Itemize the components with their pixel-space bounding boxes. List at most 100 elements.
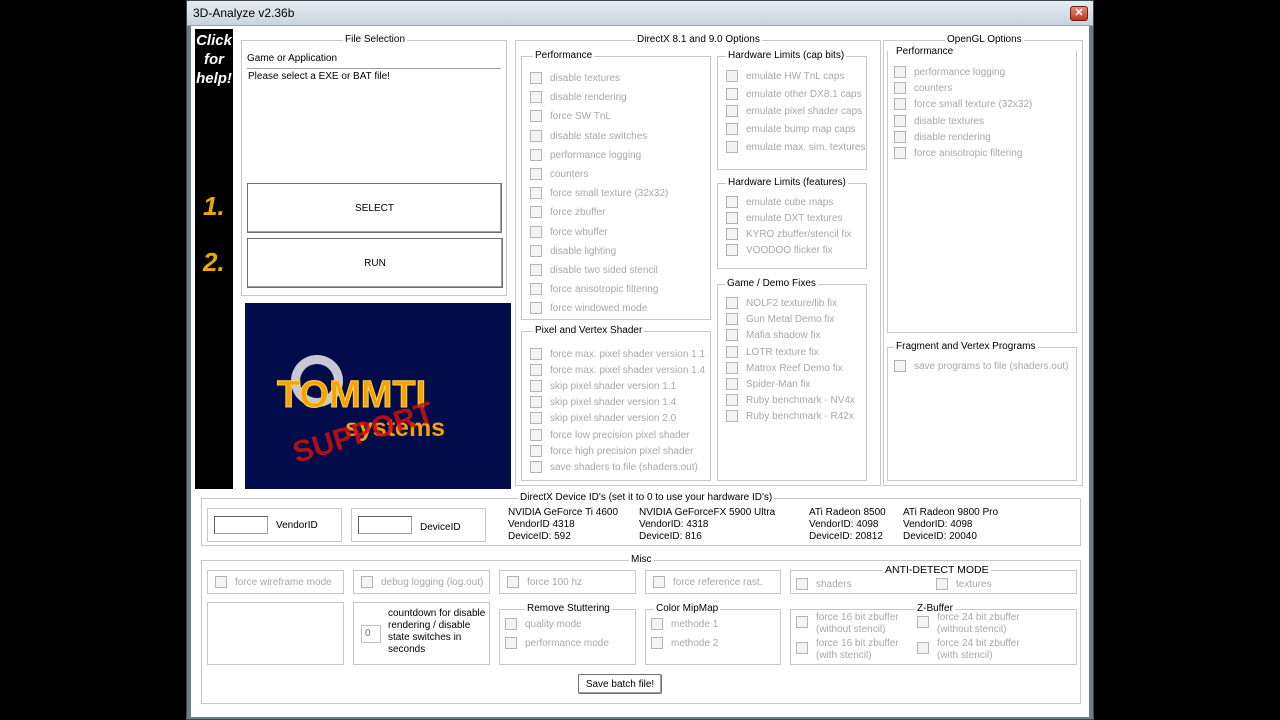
help-sidebar[interactable]: Click for help! 1. 2. — [195, 29, 233, 489]
checkbox-label: force 24 bit zbuffer (without stencil) — [937, 612, 1020, 635]
checkbox-box[interactable] — [530, 380, 542, 393]
checkbox-box[interactable] — [894, 147, 906, 159]
checkbox-box[interactable] — [894, 360, 906, 372]
checkbox-box[interactable] — [796, 616, 808, 628]
checkbox-box[interactable] — [796, 578, 808, 590]
app-window: 3D-Analyze v2.36b ✕ Click for help! 1. 2… — [186, 0, 1094, 720]
checkbox-box[interactable] — [530, 206, 542, 219]
checkbox-box[interactable] — [215, 576, 227, 588]
title-bar[interactable]: 3D-Analyze v2.36b ✕ — [187, 1, 1093, 26]
checkbox-label: force anisotropic filtering — [550, 284, 659, 296]
checkbox-box[interactable] — [917, 642, 929, 654]
group-title: Remove Stuttering — [525, 603, 612, 615]
checkbox-box[interactable] — [530, 412, 542, 425]
checkbox-label: counters — [914, 83, 953, 95]
checkbox-box[interactable] — [530, 460, 542, 473]
vendor-id-input[interactable] — [214, 516, 268, 534]
checkbox-box[interactable] — [530, 129, 542, 142]
select-button[interactable]: SELECT — [247, 183, 502, 233]
checkbox-box[interactable] — [917, 616, 929, 628]
card-device: DeviceID: 20040 — [903, 531, 977, 542]
checkbox-box[interactable] — [530, 148, 542, 161]
checkbox-box[interactable] — [936, 578, 948, 590]
checkbox-box[interactable] — [726, 313, 738, 326]
checkbox-box[interactable] — [361, 576, 373, 588]
checkbox-box[interactable] — [530, 348, 542, 360]
device-id-input[interactable] — [358, 516, 412, 534]
checkbox-box[interactable] — [530, 364, 542, 377]
checkbox-box[interactable] — [894, 130, 906, 143]
checkbox-box[interactable] — [530, 244, 542, 257]
checkbox-box[interactable] — [726, 87, 738, 100]
checkbox-box[interactable] — [530, 72, 542, 84]
checkbox-box[interactable] — [530, 110, 542, 123]
zbuffer-group: Z-Buffer force 16 bit zbuffer (without s… — [790, 603, 1077, 665]
run-button[interactable]: RUN — [247, 238, 503, 288]
checkbox-box[interactable] — [726, 196, 738, 208]
group-title: Pixel and Vertex Shader — [533, 325, 645, 337]
checkbox-label: force max. pixel shader version 1.4 — [550, 365, 706, 377]
checkbox-box[interactable] — [726, 140, 738, 153]
checkbox-label: save shaders to file (shaders.out) — [550, 461, 698, 473]
checkbox-box[interactable] — [726, 70, 738, 82]
checkbox-label: force low precision pixel shader — [550, 429, 690, 441]
countdown-value: 0 — [365, 628, 371, 639]
stuttering-group: Remove Stuttering quality mode performanc… — [499, 603, 636, 665]
card-vendor: VendorID: 4098 — [809, 519, 879, 530]
checkbox-box[interactable] — [726, 244, 738, 256]
checkbox-box[interactable] — [653, 576, 665, 588]
checkbox-box[interactable] — [530, 264, 542, 276]
card-name: NVIDIA GeForceFX 5900 Ultra — [639, 507, 776, 518]
checkbox-box[interactable] — [507, 576, 519, 588]
group-title: File Selection — [343, 34, 408, 46]
checkbox-box[interactable] — [726, 212, 738, 224]
checkbox-label: performance logging — [914, 67, 1006, 78]
save-batch-button[interactable]: Save batch file! — [578, 674, 662, 694]
client-area: Click for help! 1. 2. File Selection Gam… — [191, 26, 1089, 717]
checkbox-label: Ruby benchmark - R42x — [746, 411, 854, 423]
checkbox-label: force wbuffer — [550, 226, 608, 238]
anti-detect-group: ANTI-DETECT MODE shaders textures — [790, 564, 1077, 594]
checkbox-box[interactable] — [894, 66, 906, 78]
checkbox-box[interactable] — [726, 361, 738, 374]
checkbox-box[interactable] — [530, 302, 542, 315]
checkbox-box[interactable] — [726, 329, 738, 342]
checkbox-box[interactable] — [726, 228, 738, 240]
countdown-input[interactable]: 0 — [361, 625, 381, 643]
checkbox-box[interactable] — [505, 618, 517, 630]
checkbox-box[interactable] — [894, 114, 906, 127]
group-title: Misc — [629, 554, 654, 566]
checkbox-label: performance mode — [525, 638, 609, 649]
checkbox-box[interactable] — [894, 82, 906, 95]
checkbox-box[interactable] — [651, 618, 663, 630]
checkbox-box[interactable] — [651, 637, 663, 649]
checkbox-box[interactable] — [530, 428, 542, 441]
checkbox-box[interactable] — [530, 91, 542, 104]
checkbox-box[interactable] — [726, 345, 738, 358]
tommti-logo: TOMMTI systems SUPPORT — [245, 303, 511, 489]
checkbox-box[interactable] — [530, 187, 542, 200]
group-title: Game / Demo Fixes — [725, 278, 818, 290]
file-path-field[interactable]: Please select a EXE or BAT file! — [247, 68, 501, 178]
checkbox-label: emulate DXT textures — [746, 213, 843, 224]
checkbox-box[interactable] — [530, 396, 542, 409]
checkbox-box[interactable] — [894, 98, 906, 111]
checkbox-box[interactable] — [726, 394, 738, 407]
checkbox-box[interactable] — [726, 297, 738, 309]
checkbox-box[interactable] — [530, 168, 542, 180]
checkbox-box[interactable] — [726, 378, 738, 390]
checkbox-box[interactable] — [726, 105, 738, 118]
checkbox-label: disable rendering — [550, 92, 627, 104]
checkbox-box[interactable] — [726, 410, 738, 423]
checkbox-label: force high precision pixel shader — [550, 445, 694, 457]
checkbox-box[interactable] — [796, 642, 808, 654]
checkbox-box[interactable] — [530, 225, 542, 238]
close-button[interactable]: ✕ — [1070, 6, 1088, 21]
checkbox-box[interactable] — [726, 123, 738, 136]
checkbox-box[interactable] — [505, 637, 517, 649]
help-text[interactable]: Click for help! — [196, 31, 232, 88]
checkbox-box[interactable] — [530, 283, 542, 296]
checkbox-label: KYRO zbuffer/stencil fix — [746, 229, 852, 240]
device-id-label: DeviceID — [420, 522, 461, 533]
checkbox-box[interactable] — [530, 444, 542, 457]
